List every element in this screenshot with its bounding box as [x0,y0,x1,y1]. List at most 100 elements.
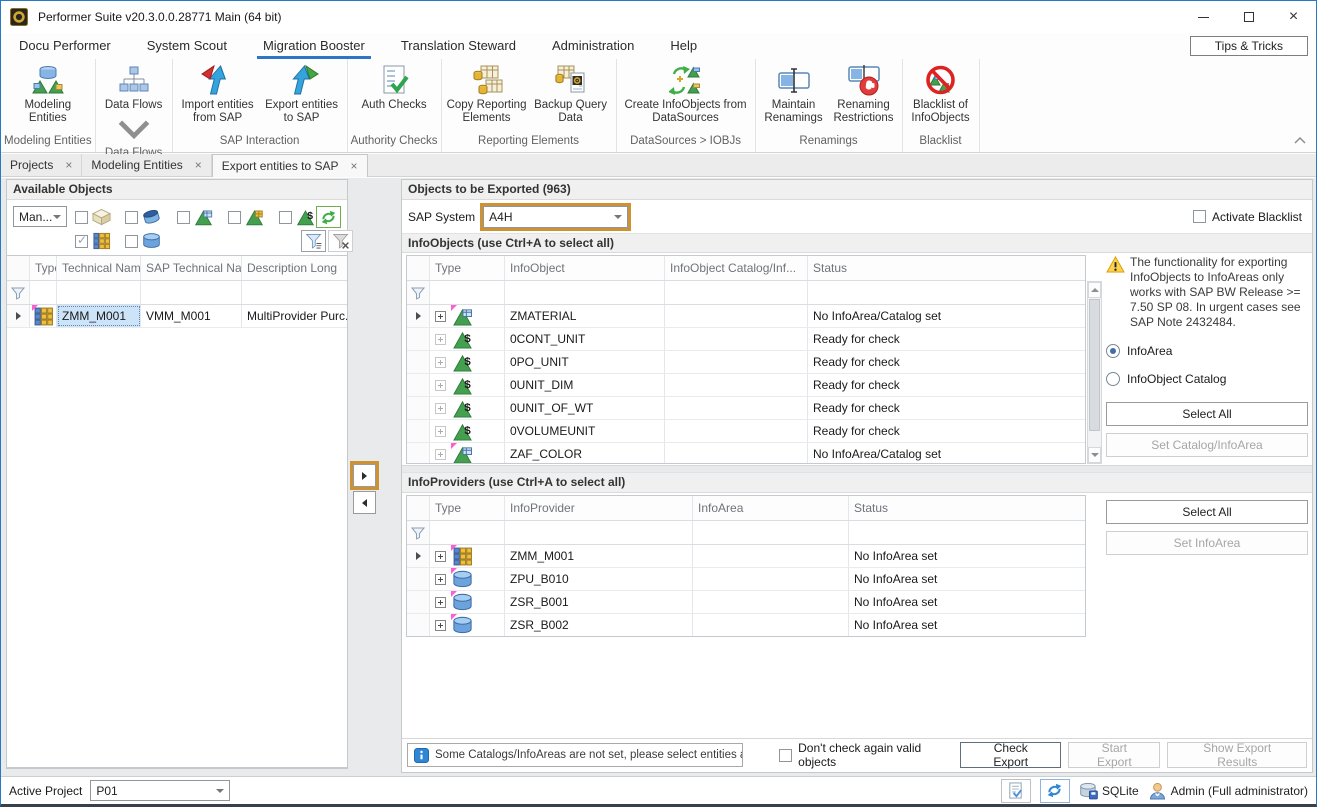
table-row[interactable]: ZMATERIAL No InfoArea/Catalog set [407,305,1085,328]
move-selected-right-button[interactable] [353,464,376,487]
column-header[interactable]: Technical Name [57,256,141,280]
filter-open-dso[interactable] [125,208,161,226]
show-export-results-button[interactable]: Show Export Results [1167,742,1307,768]
filter-cell[interactable] [242,281,347,304]
maximize-button[interactable] [1226,1,1271,33]
filter-cell[interactable] [693,521,849,544]
activate-blacklist[interactable]: Activate Blacklist [1193,210,1302,224]
infoobject-cell[interactable]: 0CONT_UNIT [505,328,665,350]
table-row[interactable]: ZPU_B010 No InfoArea set [407,568,1085,591]
infoobject-cell[interactable]: ZMATERIAL [505,305,665,327]
database-status[interactable]: SQLite [1079,782,1139,800]
filter-cell[interactable] [30,281,57,304]
filter-infoobject-grid[interactable] [228,208,264,226]
maintain-renamings-button[interactable]: Maintain Renamings [759,59,829,125]
check-export-button[interactable]: Check Export [960,742,1061,768]
close-button[interactable]: × [1271,1,1316,33]
filter-cell[interactable] [430,521,505,544]
copy-reporting-button[interactable]: Copy Reporting Elements [445,59,529,125]
infoarea-cell[interactable] [693,545,849,567]
catalog-cell[interactable] [665,374,808,396]
open-dso-checkbox[interactable] [125,211,138,224]
catalog-cell[interactable] [665,397,808,419]
filter-cell[interactable] [665,281,808,304]
auth-checks-button[interactable]: Auth Checks [359,59,429,112]
close-icon[interactable]: × [351,159,358,173]
characteristic-checkbox[interactable] [177,211,190,224]
tab-migration-booster[interactable]: Migration Booster [263,33,365,59]
expand-icon[interactable] [435,357,446,368]
infoobject-cell[interactable]: 0UNIT_DIM [505,374,665,396]
filter-characteristic[interactable] [177,208,213,226]
scroll-down-icon[interactable] [1088,447,1101,463]
expand-icon[interactable] [435,551,446,562]
table-row[interactable]: ZSR_B001 No InfoArea set [407,591,1085,614]
infoobject-cell[interactable]: 0VOLUMEUNIT [505,420,665,442]
expand-icon[interactable] [435,334,446,345]
catalog-cell[interactable] [665,328,808,350]
filter-edit-button[interactable] [301,230,326,252]
infoprovider-cell[interactable]: ZPU_B010 [505,568,693,590]
object-type-dropdown[interactable]: Man... [13,206,67,227]
infoarea-radio[interactable] [1106,344,1120,358]
filter-cell[interactable] [141,281,242,304]
catalog-cell[interactable] [665,351,808,373]
export-entities-button[interactable]: Export entities to SAP [260,59,344,125]
select-all-infoobjects-button[interactable]: Select All [1106,402,1308,426]
close-icon[interactable]: × [65,158,72,172]
column-header[interactable]: SAP Technical Na... [141,256,242,280]
infoobject-catalog-radio[interactable] [1106,372,1120,386]
infoobject-cell[interactable]: ZAF_COLOR [505,443,665,464]
filter-cell[interactable] [505,521,693,544]
doc-tab-projects[interactable]: Projects × [1,154,82,176]
expand-icon[interactable] [435,403,446,414]
tab-administration[interactable]: Administration [552,33,634,59]
description-cell[interactable]: MultiProvider Purc... [242,305,347,327]
column-header[interactable]: Status [808,256,1085,280]
set-infoarea-button[interactable]: Set InfoArea [1106,531,1308,555]
table-row[interactable]: ZAF_COLOR No InfoArea/Catalog set [407,443,1085,464]
blacklist-infoobjects-button[interactable]: Blacklist of InfoObjects [906,59,976,125]
table-row[interactable]: 0VOLUMEUNIT Ready for check [407,420,1085,443]
column-header[interactable]: Type [430,496,505,520]
filter-cell[interactable] [430,281,505,304]
infoarea-radio-option[interactable]: InfoArea [1106,344,1308,358]
dont-check-option[interactable]: Don't check again valid objects [779,741,960,769]
table-row[interactable]: 0UNIT_DIM Ready for check [407,374,1085,397]
sync-button[interactable] [1040,779,1070,803]
user-status[interactable]: Admin (Full administrator) [1148,782,1308,800]
catalog-cell[interactable] [665,420,808,442]
table-row[interactable]: ZMM_M001 VMM_M001 MultiProvider Purc... [7,305,347,328]
multiprovider-checkbox[interactable] [75,235,88,248]
set-catalog-infoarea-button[interactable]: Set Catalog/InfoArea [1106,433,1308,457]
infoobject-catalog-radio-option[interactable]: InfoObject Catalog [1106,372,1308,386]
doc-tab-modeling-entities[interactable]: Modeling Entities × [82,154,211,176]
key-figure-checkbox[interactable] [279,211,292,224]
expand-icon[interactable] [435,574,446,585]
infoobject-grid-checkbox[interactable] [228,211,241,224]
catalog-cell[interactable] [665,443,808,464]
expand-icon[interactable] [435,620,446,631]
infoprovider-cell[interactable]: ZSR_B002 [505,614,693,636]
data-flows-button[interactable]: Data Flows [99,59,169,145]
tab-translation-steward[interactable]: Translation Steward [401,33,516,59]
doc-tab-export-entities[interactable]: Export entities to SAP × [212,154,368,177]
column-header[interactable]: InfoProvider [505,496,693,520]
sap-technical-name-cell[interactable]: VMM_M001 [141,305,242,327]
select-all-infoproviders-button[interactable]: Select All [1106,500,1308,524]
filter-key-figure[interactable] [279,208,315,226]
expand-icon[interactable] [435,449,446,460]
tab-help[interactable]: Help [670,33,697,59]
expand-icon[interactable] [435,426,446,437]
technical-name-cell[interactable]: ZMM_M001 [57,305,141,327]
infoobject-cell[interactable]: 0PO_UNIT [505,351,665,373]
infoprovider-cell[interactable]: ZMM_M001 [505,545,693,567]
filter-infocube[interactable] [75,208,111,226]
collapse-ribbon-icon[interactable] [1294,137,1306,144]
filter-cell[interactable] [57,281,141,304]
log-button[interactable] [1001,779,1031,803]
table-row[interactable]: 0UNIT_OF_WT Ready for check [407,397,1085,420]
column-header[interactable]: InfoArea [693,496,849,520]
scroll-up-icon[interactable] [1088,282,1101,298]
filter-cell[interactable] [505,281,665,304]
